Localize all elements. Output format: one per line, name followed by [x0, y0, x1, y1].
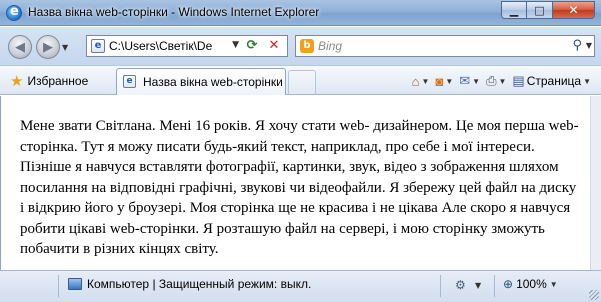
status-bar: Компьютер | Защищенный режим: выкл. ⚙ ▼ … — [0, 270, 601, 302]
window-title: Назва вікна web-сторінки - Windows Inter… — [28, 5, 320, 19]
zone-text: Компьютер | Защищенный режим: выкл. — [87, 277, 312, 291]
close-button[interactable]: ✕ — [553, 1, 595, 19]
security-zone[interactable]: Компьютер | Защищенный режим: выкл. — [68, 277, 311, 291]
home-icon: ⌂ — [411, 73, 420, 89]
tab-current[interactable]: e Назва вікна web-сторінки — [116, 68, 286, 95]
feeds-dropdown-icon: ▼ — [445, 76, 454, 86]
history-dropdown-icon[interactable]: ▼ — [62, 43, 68, 52]
address-bar[interactable]: e C:\Users\Светік\De ▼ ⟳ ✕ — [86, 35, 288, 57]
ie-logo-icon — [6, 4, 22, 21]
page-menu-icon: ▤ — [512, 73, 525, 88]
favorites-button[interactable]: ★ Избранное — [10, 70, 88, 92]
address-input[interactable]: C:\Users\Светік\De — [109, 39, 219, 53]
tab-page-icon: e — [123, 75, 136, 88]
protected-mode-icon[interactable]: ⚙ — [455, 278, 466, 292]
refresh-icon[interactable]: ⟳ — [243, 38, 261, 54]
home-dropdown-icon: ▼ — [421, 76, 430, 86]
zoom-icon: ⊕ — [503, 277, 514, 291]
print-dropdown-icon: ▼ — [498, 76, 507, 86]
back-button[interactable]: ◀ — [8, 35, 32, 59]
vertical-scrollbar[interactable] — [590, 96, 601, 270]
resize-grip[interactable] — [589, 290, 599, 300]
new-tab-button[interactable] — [288, 70, 316, 94]
tab-label: Назва вікна web-сторінки — [143, 75, 283, 89]
page-icon: e — [91, 39, 105, 53]
window-controls: ▁ □ ✕ — [501, 1, 595, 19]
zoom-level: 100% — [516, 277, 547, 291]
search-dropdown-icon[interactable]: ▼ — [586, 41, 592, 50]
command-bar: ⌂ ▼ ◙ ▼ ✉ ▼ ⎙ ▼ ▤ Страница ▼ — [412, 71, 591, 91]
mail-dropdown-icon: ▼ — [472, 76, 481, 86]
page-content: Мене звати Світлана. Мені 16 років. Я хо… — [0, 96, 590, 270]
search-input[interactable] — [318, 38, 558, 54]
minimize-button[interactable]: ▁ — [501, 1, 527, 19]
protected-mode-dropdown-icon[interactable]: ▼ — [475, 281, 481, 290]
maximize-button[interactable]: □ — [527, 1, 553, 19]
page-menu-label: Страница — [526, 74, 582, 88]
favorites-label: Избранное — [27, 74, 89, 88]
status-divider — [58, 275, 59, 297]
address-toolbar: ◀ ▶ ▼ e C:\Users\Светік\De ▼ ⟳ ✕ b ⚲ ▼ — [0, 27, 601, 65]
page-paragraph: Мене звати Світлана. Мені 16 років. Я хо… — [20, 118, 579, 257]
zoom-control[interactable]: ⊕ 100% ▼ — [503, 277, 558, 291]
mail-icon: ✉ — [459, 73, 471, 88]
page-menu-button[interactable]: ▤ Страница ▼ — [512, 73, 591, 89]
zoom-dropdown-icon: ▼ — [549, 279, 558, 289]
feed-icon: ◙ — [435, 73, 444, 89]
home-button[interactable]: ⌂ ▼ — [412, 74, 430, 89]
star-icon: ★ — [10, 73, 24, 90]
printer-icon: ⎙ — [486, 73, 497, 88]
mail-button[interactable]: ✉ ▼ — [459, 73, 480, 89]
computer-icon — [68, 278, 82, 290]
page-menu-dropdown-icon: ▼ — [583, 76, 591, 86]
print-button[interactable]: ⎙ ▼ — [486, 73, 506, 89]
search-icon[interactable]: ⚲ — [572, 38, 582, 53]
favorites-bar: ★ Избранное e Назва вікна web-сторінки ⌂… — [0, 65, 601, 95]
title-bar: Назва вікна web-сторінки - Windows Inter… — [0, 0, 601, 26]
search-box[interactable]: b ⚲ ▼ — [295, 35, 595, 57]
bing-icon: b — [300, 39, 314, 53]
status-divider — [440, 275, 441, 297]
forward-button[interactable]: ▶ — [36, 35, 60, 59]
feeds-button[interactable]: ◙ ▼ — [435, 74, 453, 89]
address-dropdown-icon[interactable]: ▼ — [232, 40, 239, 50]
status-divider — [494, 275, 495, 297]
stop-icon[interactable]: ✕ — [265, 38, 283, 54]
